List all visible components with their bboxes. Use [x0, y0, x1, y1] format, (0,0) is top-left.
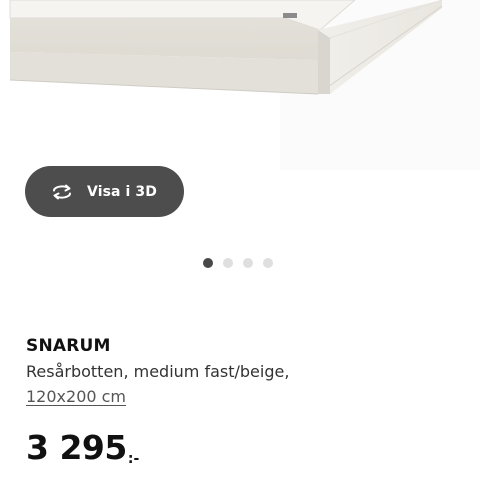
view-in-3d-button[interactable]: Visa i 3D [25, 166, 184, 217]
carousel-dot-4[interactable] [263, 257, 273, 268]
view-in-3d-label: Visa i 3D [87, 183, 157, 200]
price-suffix: :- [127, 451, 140, 467]
carousel-dot-3[interactable] [243, 257, 253, 268]
rotate-3d-icon [47, 182, 77, 202]
product-image [9, 0, 480, 170]
price-amount: 3 295 [26, 428, 127, 467]
carousel-dot-2[interactable] [223, 257, 233, 268]
carousel-dot-1[interactable] [203, 257, 213, 268]
product-price: 3 295 :- [26, 428, 139, 468]
image-carousel-dots [203, 257, 273, 268]
product-description: Resårbotten, medium fast/beige, [26, 362, 290, 381]
product-name: SNARUM [26, 336, 111, 356]
product-page: Visa i 3D SNARUM Resårbotten, medium fas… [0, 0, 480, 480]
product-size-link[interactable]: 120x200 cm [26, 387, 126, 406]
